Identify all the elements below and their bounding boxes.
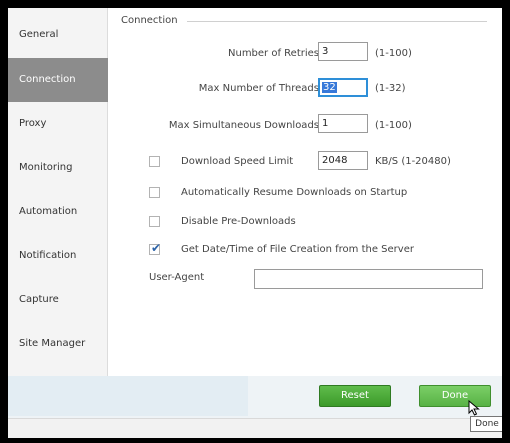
speed-range: KB/S (1-20480)	[375, 156, 451, 167]
sidebar-item-capture[interactable]: Capture	[8, 278, 108, 322]
section-title: Connection	[121, 15, 178, 26]
connection-panel: Connection Number of Retries 3 (1-100) M…	[109, 8, 502, 376]
threads-value: 32	[322, 82, 337, 93]
disable-pre-checkbox[interactable]	[149, 216, 160, 227]
settings-window: General Connection Proxy Monitoring Auto…	[8, 8, 502, 438]
sidebar-item-label: Connection	[19, 74, 76, 85]
done-button[interactable]: Done	[419, 385, 491, 407]
get-date-label: Get Date/Time of File Creation from the …	[181, 244, 414, 255]
sidebar-item-connection[interactable]: Connection	[8, 58, 108, 102]
retries-label: Number of Retries	[228, 48, 319, 59]
threads-input[interactable]: 32	[318, 78, 368, 97]
sidebar-item-general[interactable]: General	[8, 13, 108, 57]
threads-label: Max Number of Threads	[198, 83, 319, 94]
sidebar-item-label: Capture	[19, 294, 59, 305]
done-tooltip: Done	[470, 416, 502, 432]
retries-range: (1-100)	[375, 48, 412, 59]
sidebar-item-label: Automation	[19, 206, 78, 217]
speed-limit-checkbox[interactable]	[149, 156, 160, 167]
user-agent-label: User-Agent	[149, 272, 205, 283]
retries-input[interactable]: 3	[318, 42, 368, 61]
downloads-range: (1-100)	[375, 120, 412, 131]
sidebar-item-proxy[interactable]: Proxy	[8, 102, 108, 146]
threads-range: (1-32)	[375, 83, 406, 94]
sidebar-item-monitoring[interactable]: Monitoring	[8, 146, 108, 190]
user-agent-input[interactable]	[254, 269, 483, 289]
sidebar-item-automation[interactable]: Automation	[8, 190, 108, 234]
settings-sidebar: General Connection Proxy Monitoring Auto…	[8, 8, 108, 376]
downloads-label: Max Simultaneous Downloads	[168, 120, 319, 131]
checkmark-icon: ✔	[151, 241, 162, 255]
sidebar-item-label: Monitoring	[19, 162, 73, 173]
sidebar-item-notification[interactable]: Notification	[8, 234, 108, 278]
get-date-checkbox[interactable]: ✔	[149, 241, 162, 255]
sidebar-item-label: General	[19, 29, 59, 40]
speed-label: Download Speed Limit	[181, 156, 294, 167]
sidebar-item-label: Site Manager	[19, 338, 86, 349]
downloads-input[interactable]: 1	[318, 114, 368, 133]
auto-resume-label: Automatically Resume Downloads on Startu…	[181, 187, 408, 198]
auto-resume-checkbox[interactable]	[149, 187, 160, 198]
sidebar-item-site-manager[interactable]: Site Manager	[8, 322, 108, 366]
sidebar-item-label: Notification	[19, 250, 77, 261]
button-bar: Reset Done	[8, 376, 502, 438]
reset-button[interactable]: Reset	[319, 385, 391, 407]
disable-pre-label: Disable Pre-Downloads	[181, 216, 296, 227]
speed-input[interactable]: 2048	[318, 151, 368, 170]
section-divider	[187, 21, 487, 22]
mouse-cursor-icon	[468, 400, 480, 416]
taskbar-strip	[8, 418, 502, 438]
button-bar-left	[8, 376, 248, 416]
sidebar-item-label: Proxy	[19, 118, 47, 129]
